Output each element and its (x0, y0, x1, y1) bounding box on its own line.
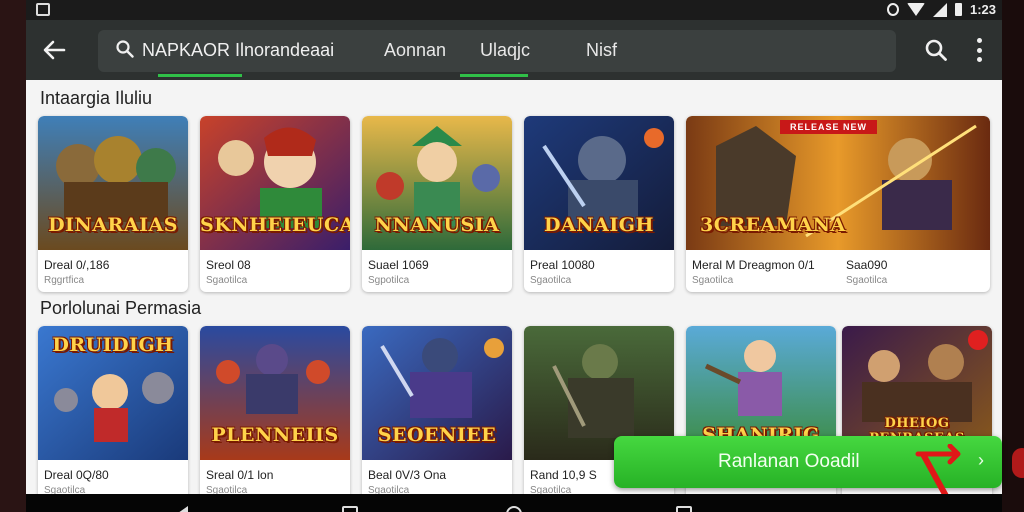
game-name: Meral M Dreagmon 0/1 (692, 258, 815, 272)
game-category: Sgaotilca (846, 275, 888, 286)
game-name: Beal 0V/3 Ona (368, 468, 447, 482)
game-art-title: DINARAIAS (48, 214, 178, 236)
game-category: Sgaotilca (530, 485, 572, 494)
game-card[interactable]: PLENNEIIS Sreal 0/1 lon Sgaotilca (200, 326, 350, 494)
game-name: Sreol 08 (206, 258, 251, 272)
game-name: Dreal 0/,186 (44, 258, 110, 272)
game-card[interactable]: DINARAIAS Dreal 0/,186 Rggrtfica (38, 116, 188, 292)
game-card-featured[interactable]: RELEASE NEW 3CREAMANA Meral M Dreagmon 0… (686, 116, 990, 292)
chevron-right-icon: › (978, 450, 984, 470)
game-art-title: SKNHEIEUCA (200, 214, 350, 236)
game-category: Sgaotilca (692, 275, 734, 286)
game-art-title: SEOENIEE (377, 424, 497, 446)
back-button[interactable] (40, 36, 68, 64)
nav-back-icon[interactable] (178, 506, 188, 512)
game-card[interactable]: SEOENIEE Beal 0V/3 Ona Sgaotilca (362, 326, 512, 494)
game-name: Preal 10080 (530, 258, 595, 272)
app-bar: NAPKAOR Ilnorandeaai Aonnan Ulaqjc Nisf (26, 20, 1002, 80)
game-name: Rand 10,9 S (530, 468, 597, 482)
game-art-title: NNANUSIA (374, 214, 500, 236)
content-area: Intaargia Iluliu DINARAIAS Dreal 0/,186 … (26, 80, 1002, 494)
status-time: 1:23 (969, 2, 996, 17)
game-art-title: PLENNEIIS (211, 424, 339, 446)
search-query-text: NAPKAOR Ilnorandeaai (142, 40, 335, 60)
search-icon[interactable] (924, 38, 948, 62)
game-art-title: DRUIDIGH (52, 334, 174, 356)
game-artwork: NNANUSIA (362, 116, 512, 250)
system-nav-bar (26, 494, 1002, 512)
game-category: Sgaotilca (44, 485, 86, 494)
device-frame-left (0, 0, 26, 512)
signal-icon (932, 2, 947, 17)
arrow-left-icon (43, 40, 66, 60)
game-card[interactable]: DANAIGH Preal 10080 Sgaotilca (524, 116, 674, 292)
game-card[interactable]: NNANUSIA Suael 1069 Sgpotilca (362, 116, 512, 292)
game-artwork: DANAIGH (524, 116, 674, 250)
more-options-button[interactable] (972, 38, 986, 62)
more-dot-icon (976, 47, 982, 53)
active-tab-indicator (460, 74, 528, 77)
game-category: Rggrtfica (44, 275, 85, 286)
game-name: Dreal 0Q/80 (44, 468, 109, 482)
tab-2[interactable]: Ulaqjc (480, 40, 530, 61)
game-category: Sgaotilca (368, 485, 410, 494)
game-card[interactable]: SKNHEIEUCA Sreol 08 Sgaotilca (200, 116, 350, 292)
badge-icon (968, 330, 988, 350)
game-artwork: RELEASE NEW 3CREAMANA (686, 116, 990, 250)
game-category: Sgpotilca (368, 275, 410, 286)
game-art-title: DANAIGH (544, 214, 654, 236)
search-icon (116, 40, 134, 58)
game-name: Sreal 0/1 lon (206, 468, 274, 482)
game-artwork: SKNHEIEUCA (200, 116, 350, 250)
game-category: Sgaotilca (206, 485, 248, 494)
section-title: Intaargia Iluliu (40, 88, 153, 108)
game-artwork: DINARAIAS (38, 116, 188, 250)
game-name: Suael 1069 (368, 258, 429, 272)
battery-icon (954, 3, 962, 16)
sync-icon (886, 3, 899, 16)
wifi-icon (906, 3, 925, 16)
game-artwork: DRUIDIGH (38, 326, 188, 460)
section-title: Porlolunai Permasia (40, 298, 202, 318)
status-bar: 1:23 (26, 0, 1002, 20)
install-button-label: Ranlanan Ooadil (718, 451, 860, 472)
tab-3[interactable]: Nisf (586, 40, 617, 61)
edge-indicator (1012, 448, 1024, 478)
more-dot-icon (976, 57, 982, 62)
nav-overview-icon[interactable] (676, 506, 692, 512)
search-underline (158, 74, 242, 77)
nav-recents-icon[interactable] (342, 506, 358, 512)
game-name: Saa090 (846, 258, 888, 272)
game-art-title: 3CREAMANA (700, 214, 846, 236)
game-category: Sgaotilca (206, 275, 248, 286)
nav-home-icon[interactable] (506, 506, 522, 512)
game-artwork: SEOENIEE (362, 326, 512, 460)
release-banner: RELEASE NEW (780, 120, 878, 134)
notification-icon (36, 3, 50, 16)
game-category: Sgaotilca (530, 275, 572, 286)
more-dot-icon (976, 38, 982, 43)
tab-1[interactable]: Aonnan (384, 40, 446, 61)
game-card[interactable]: DRUIDIGH Dreal 0Q/80 Sgaotilca (38, 326, 188, 494)
search-bar[interactable]: NAPKAOR Ilnorandeaai Aonnan Ulaqjc Nisf (98, 30, 896, 72)
game-artwork: PLENNEIIS (200, 326, 350, 460)
device-frame-right (1002, 0, 1024, 512)
